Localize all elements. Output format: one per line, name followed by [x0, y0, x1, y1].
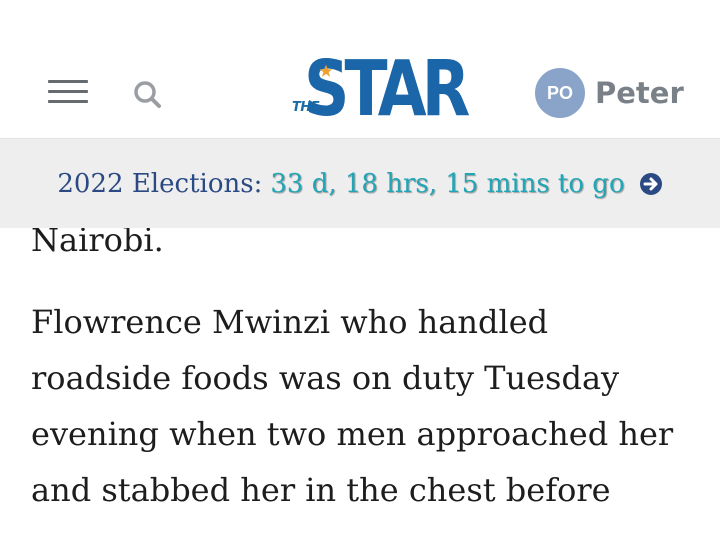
logo-text: STAR	[304, 45, 470, 134]
countdown-time: 33 d, 18 hrs, 15 mins to go	[270, 168, 625, 199]
countdown-label: 2022 Elections:	[57, 168, 263, 199]
article-body: Nairobi. Flowrence Mwinzi who handled ro…	[31, 212, 696, 544]
user-account-button[interactable]: PO Peter	[535, 68, 684, 118]
article-paragraph: Flowrence Mwinzi who handled roadside fo…	[31, 303, 674, 509]
the-star-logo[interactable]: THE STAR	[288, 48, 470, 134]
hamburger-menu-icon[interactable]	[48, 80, 88, 106]
avatar: PO	[535, 68, 585, 118]
site-header: THE STAR PO Peter	[0, 0, 720, 138]
search-icon[interactable]	[132, 79, 162, 109]
star-icon	[319, 64, 333, 77]
arrow-circle-right-icon[interactable]	[639, 172, 663, 196]
user-name: Peter	[595, 76, 684, 110]
election-countdown-banner[interactable]: 2022 Elections: 33 d, 18 hrs, 15 mins to…	[0, 138, 720, 228]
